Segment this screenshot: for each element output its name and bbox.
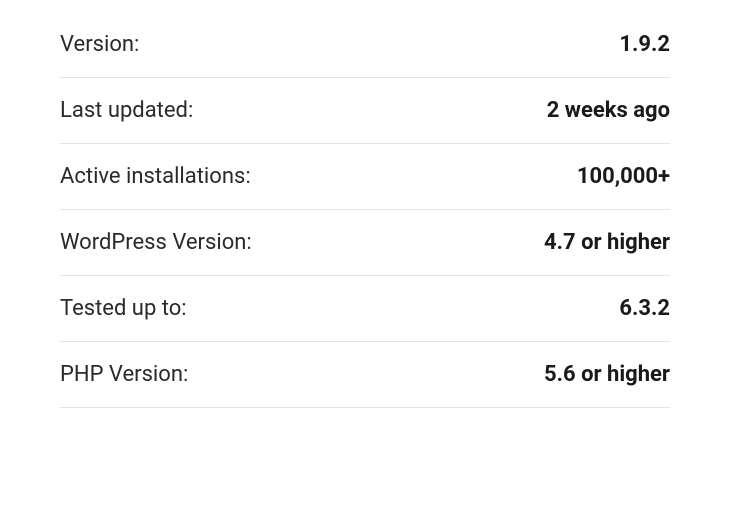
info-row-tested-up-to: Tested up to: 6.3.2 (60, 276, 670, 342)
info-row-version: Version: 1.9.2 (60, 12, 670, 78)
info-row-php-version: PHP Version: 5.6 or higher (60, 342, 670, 408)
info-label: PHP Version: (60, 362, 188, 387)
info-label: Last updated: (60, 98, 193, 123)
info-label: Active installations: (60, 164, 251, 189)
info-row-active-installations: Active installations: 100,000+ (60, 144, 670, 210)
info-value: 6.3.2 (619, 296, 670, 321)
info-value: 100,000+ (577, 164, 670, 189)
info-row-wordpress-version: WordPress Version: 4.7 or higher (60, 210, 670, 276)
plugin-info-list: Version: 1.9.2 Last updated: 2 weeks ago… (60, 12, 670, 408)
info-label: Version: (60, 32, 139, 57)
info-label: Tested up to: (60, 296, 187, 321)
info-value: 2 weeks ago (547, 98, 670, 123)
info-value: 1.9.2 (619, 32, 670, 57)
info-row-last-updated: Last updated: 2 weeks ago (60, 78, 670, 144)
info-value: 4.7 or higher (544, 230, 670, 255)
info-label: WordPress Version: (60, 230, 252, 255)
info-value: 5.6 or higher (544, 362, 670, 387)
